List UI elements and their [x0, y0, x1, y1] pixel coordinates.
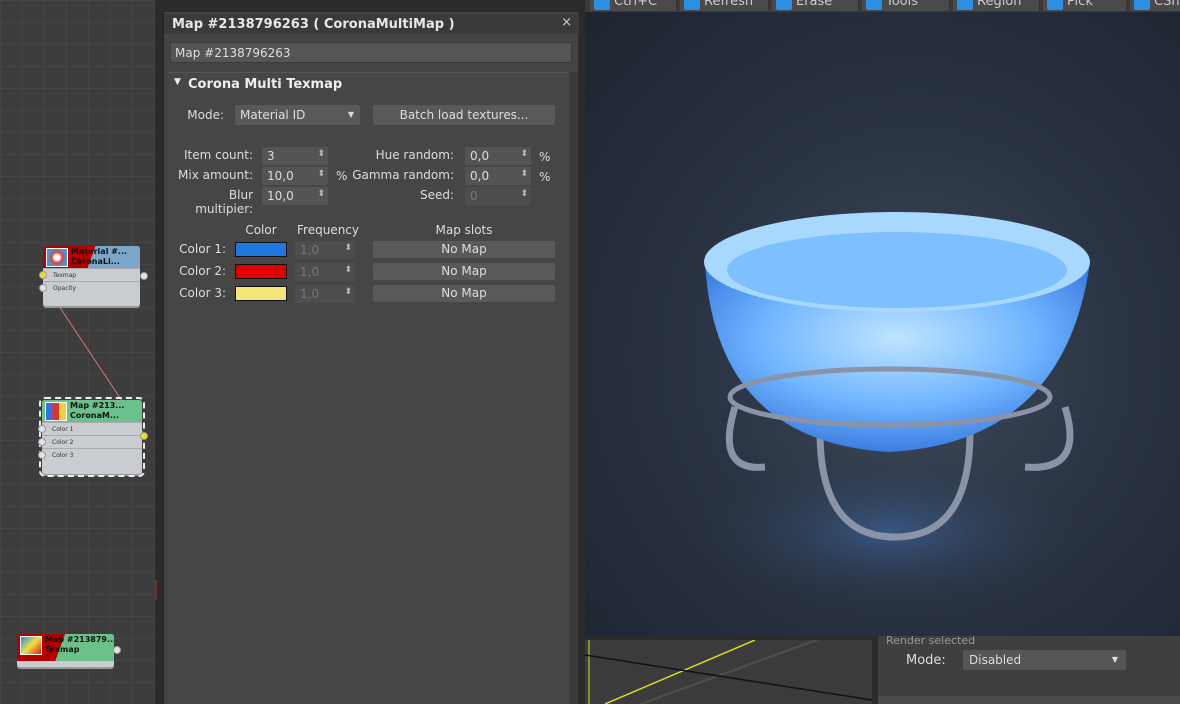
- port-color-2[interactable]: Color 2: [38, 435, 142, 448]
- render-selected-section: Render selected: [886, 634, 976, 647]
- chevron-down-icon: ▼: [1111, 655, 1118, 664]
- render-settings-panel: Render selected Mode: Disabled ▼: [878, 634, 1180, 704]
- rollout-corona-multi-texmap: ▼ Corona Multi Texmap Mode: Material ID ▼ …: [168, 72, 568, 704]
- viewport-grid: [585, 640, 872, 704]
- node-subtitle: CoronaLi...: [71, 257, 120, 266]
- material-parameter-panel: Map #2138796263 ( CoronaMultiMap ) × Map…: [163, 12, 579, 704]
- toolbar-icon: [866, 0, 882, 10]
- gamma-random-label: Gamma random:: [352, 168, 454, 182]
- batch-load-textures-button[interactable]: Batch load textures...: [373, 105, 555, 125]
- next-rollout-header[interactable]: [878, 696, 1180, 704]
- percent-label: %: [539, 150, 551, 164]
- gamma-random-spinner[interactable]: 0,0: [465, 167, 531, 185]
- toolbar-button-refresh[interactable]: Refresh: [680, 0, 769, 11]
- texmap-thumbnail: [20, 636, 42, 655]
- render-mode-dropdown[interactable]: Disabled ▼: [963, 650, 1126, 670]
- color-3-label: Color 3:: [179, 286, 226, 300]
- node-title: Material #...: [71, 247, 128, 256]
- toolbar-button-tools[interactable]: Tools: [862, 0, 950, 11]
- map-slots-column-header: Map slots: [435, 223, 493, 237]
- color-1-swatch[interactable]: [235, 242, 287, 257]
- rollout-header[interactable]: ▼ Corona Multi Texmap: [168, 73, 568, 95]
- toolbar-icon: [1134, 0, 1150, 10]
- toolbar-button-ctrlc[interactable]: Ctrl+C: [590, 0, 677, 11]
- port-color-3[interactable]: Color 3: [38, 448, 142, 461]
- node-corona-multimap[interactable]: Map #213... CoronaM... Color 1 Color 2 C…: [38, 397, 148, 477]
- toolbar-icon: [684, 0, 700, 10]
- output-port[interactable]: [113, 646, 121, 654]
- panel-scrollbar[interactable]: [570, 72, 578, 704]
- frequency-column-header: Frequency: [297, 223, 359, 237]
- blur-multiplier-label: Blur multipier:: [195, 188, 253, 216]
- map-slot-3-button[interactable]: No Map: [373, 285, 555, 302]
- render-viewport: [585, 12, 1180, 636]
- frequency-3-spinner[interactable]: 1,0: [295, 285, 355, 303]
- material-thumbnail: [46, 248, 68, 267]
- toolbar-icon: [776, 0, 792, 10]
- frequency-1-spinner[interactable]: 1,0: [295, 241, 355, 259]
- toolbar-icon: [594, 0, 610, 10]
- color-2-label: Color 2:: [179, 264, 226, 278]
- toolbar-button-erase[interactable]: Erase: [772, 0, 859, 11]
- mode-label: Mode:: [187, 108, 224, 122]
- output-port[interactable]: [140, 272, 148, 280]
- panel-title: Map #2138796263 ( CoronaMultiMap ): [164, 14, 579, 34]
- color-2-swatch[interactable]: [235, 264, 287, 279]
- multimap-thumbnail: [45, 402, 67, 421]
- blur-multiplier-spinner[interactable]: 10,0: [262, 187, 328, 205]
- mode-dropdown[interactable]: Material ID ▼: [235, 105, 360, 125]
- map-slot-1-button[interactable]: No Map: [373, 241, 555, 258]
- toolbar-button-region[interactable]: Region: [953, 0, 1040, 11]
- node-title: Map #213...: [70, 401, 125, 410]
- seed-spinner[interactable]: 0: [465, 187, 531, 205]
- node-material[interactable]: Material #... CoronaLi... Texmap Opacity: [39, 246, 148, 306]
- toolbar-icon: [957, 0, 973, 10]
- color-column-header: Color: [245, 223, 277, 237]
- rendered-bowl-image: [690, 212, 1090, 612]
- color-1-label: Color 1:: [179, 242, 226, 256]
- color-3-swatch[interactable]: [235, 286, 287, 301]
- percent-label: %: [539, 170, 551, 184]
- connection-wire: [42, 281, 157, 600]
- item-count-spinner[interactable]: 3: [262, 147, 328, 165]
- hue-random-spinner[interactable]: 0,0: [465, 147, 531, 165]
- toolbar-button-cshad[interactable]: CShad: [1130, 0, 1180, 11]
- mix-amount-spinner[interactable]: 10,0: [262, 167, 328, 185]
- render-toolbar: Ctrl+CRefreshEraseToolsRegionPickCShad: [585, 0, 1180, 12]
- output-port[interactable]: [140, 432, 148, 440]
- mix-amount-label: Mix amount:: [178, 168, 253, 182]
- map-name-input[interactable]: Map #2138796263: [170, 42, 572, 63]
- collapse-triangle-icon: ▼: [174, 77, 181, 87]
- hue-random-label: Hue random:: [375, 148, 454, 162]
- port-opacity[interactable]: Opacity: [39, 281, 140, 294]
- close-icon[interactable]: ×: [561, 15, 572, 30]
- toolbar-button-pick[interactable]: Pick: [1043, 0, 1127, 11]
- toolbar-icon: [1047, 0, 1063, 10]
- port-texmap[interactable]: Texmap: [39, 268, 140, 281]
- map-slot-2-button[interactable]: No Map: [373, 263, 555, 280]
- render-mode-label: Mode:: [906, 653, 946, 668]
- node-subtitle: Texmap: [45, 645, 80, 654]
- node-subtitle: CoronaM...: [70, 411, 119, 420]
- node-editor[interactable]: Material #... CoronaLi... Texmap Opacity…: [0, 0, 158, 704]
- chevron-down-icon: ▼: [347, 110, 354, 119]
- frequency-2-spinner[interactable]: 1,0: [295, 263, 355, 281]
- seed-label: Seed:: [419, 188, 454, 202]
- node-texmap[interactable]: Map #213879... Texmap: [17, 634, 121, 667]
- item-count-label: Item count:: [183, 148, 253, 162]
- port-color-1[interactable]: Color 1: [38, 422, 142, 435]
- node-title: Map #213879...: [45, 635, 114, 644]
